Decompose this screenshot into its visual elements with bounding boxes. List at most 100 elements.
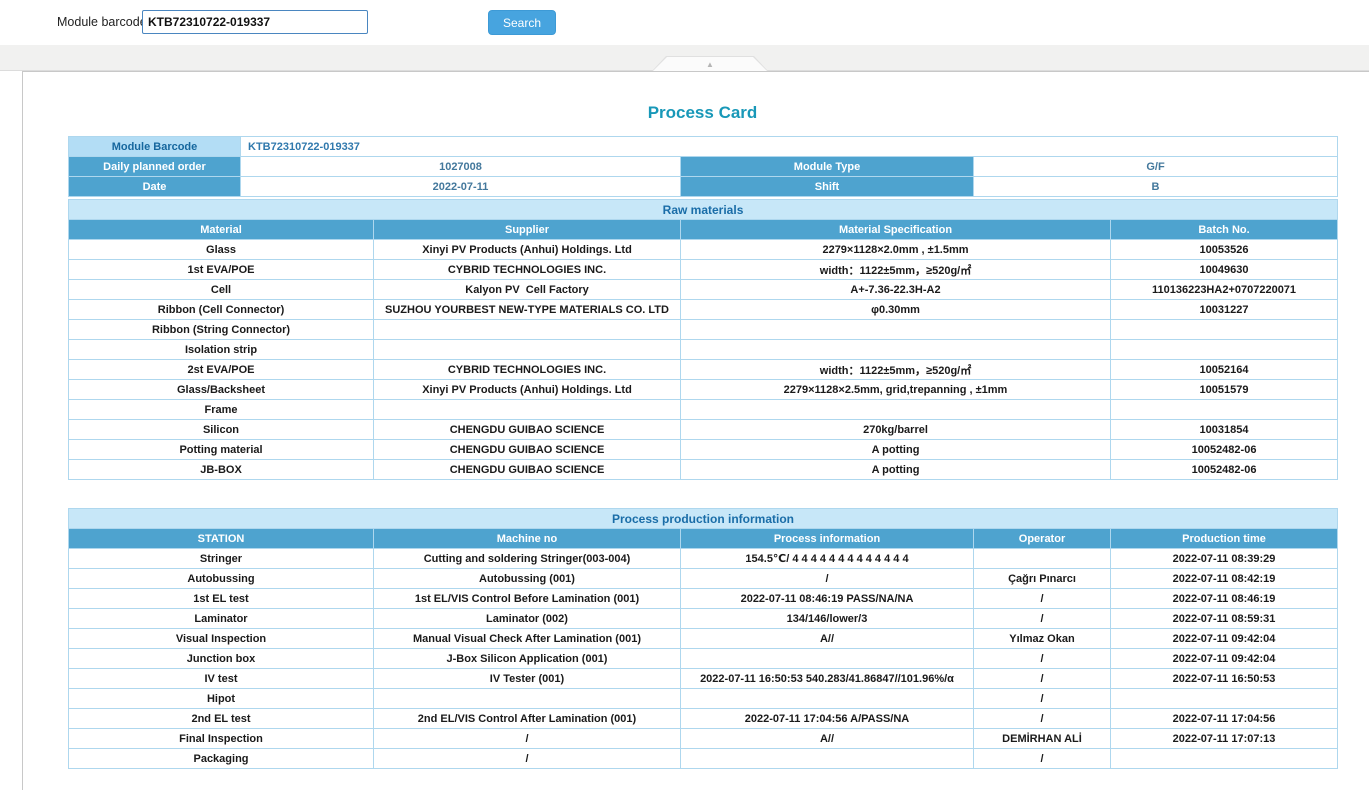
- table-cell: Glass/Backsheet: [69, 380, 374, 400]
- table-cell: 1st EL/VIS Control Before Lamination (00…: [374, 589, 681, 609]
- table-cell: CHENGDU GUIBAO SCIENCE: [374, 420, 681, 440]
- table-cell: width：1122±5mm，≥520g/㎡: [681, 260, 1111, 280]
- date-value: 2022-07-11: [241, 177, 681, 197]
- table-cell: [681, 400, 1111, 420]
- table-cell: 2022-07-11 17:07:13: [1111, 729, 1338, 749]
- table-cell: Çağrı Pınarcı: [974, 569, 1111, 589]
- table-cell: 2022-07-11 08:46:19 PASS/NA/NA: [681, 589, 974, 609]
- table-cell: A//: [681, 629, 974, 649]
- table-cell: 2022-07-11 09:42:04: [1111, 649, 1338, 669]
- table-cell: /: [974, 749, 1111, 769]
- column-header: Operator: [974, 529, 1111, 549]
- section-spacer: [68, 480, 1337, 508]
- table-row: SiliconCHENGDU GUIBAO SCIENCE270kg/barre…: [69, 420, 1338, 440]
- table-cell: 2022-07-11 08:42:19: [1111, 569, 1338, 589]
- table-cell: A//: [681, 729, 974, 749]
- table-cell: Ribbon (Cell Connector): [69, 300, 374, 320]
- table-row: Hipot /: [69, 689, 1338, 709]
- search-button[interactable]: Search: [488, 10, 556, 35]
- column-header: Machine no: [374, 529, 681, 549]
- date-label: Date: [69, 177, 241, 197]
- table-cell: [681, 320, 1111, 340]
- table-row: 1st EL test1st EL/VIS Control Before Lam…: [69, 589, 1338, 609]
- table-cell: Hipot: [69, 689, 374, 709]
- table-row: GlassXinyi PV Products (Anhui) Holdings.…: [69, 240, 1338, 260]
- table-cell: Cutting and soldering Stringer(003-004): [374, 549, 681, 569]
- table-cell: Frame: [69, 400, 374, 420]
- table-cell: DEMİRHAN ALİ: [974, 729, 1111, 749]
- table-cell: [681, 749, 974, 769]
- table-cell: 2022-07-11 08:46:19: [1111, 589, 1338, 609]
- column-header: Supplier: [374, 220, 681, 240]
- table-row: 2st EVA/POECYBRID TECHNOLOGIES INC.width…: [69, 360, 1338, 380]
- table-cell: 2279×1128×2.5mm, grid,trepanning , ±1mm: [681, 380, 1111, 400]
- table-cell: 1st EL test: [69, 589, 374, 609]
- table-cell: CYBRID TECHNOLOGIES INC.: [374, 360, 681, 380]
- table-cell: [681, 689, 974, 709]
- table-row: Visual InspectionManual Visual Check Aft…: [69, 629, 1338, 649]
- table-cell: 2022-07-11 17:04:56: [1111, 709, 1338, 729]
- table-cell: 2st EVA/POE: [69, 360, 374, 380]
- table-cell: IV Tester (001): [374, 669, 681, 689]
- table-cell: Autobussing: [69, 569, 374, 589]
- table-cell: [374, 689, 681, 709]
- table-cell: Xinyi PV Products (Anhui) Holdings. Ltd: [374, 380, 681, 400]
- table-cell: /: [974, 649, 1111, 669]
- table-cell: /: [974, 709, 1111, 729]
- table-cell: Kalyon PV Cell Factory: [374, 280, 681, 300]
- table-row: Potting materialCHENGDU GUIBAO SCIENCEA …: [69, 440, 1338, 460]
- column-header: Production time: [1111, 529, 1338, 549]
- table-cell: 2nd EL/VIS Control After Lamination (001…: [374, 709, 681, 729]
- column-header: Batch No.: [1111, 220, 1338, 240]
- shift-label: Shift: [681, 177, 974, 197]
- table-cell: A potting: [681, 460, 1111, 480]
- table-cell: 10052482-06: [1111, 460, 1338, 480]
- table-cell: CYBRID TECHNOLOGIES INC.: [374, 260, 681, 280]
- collapse-panel-handle[interactable]: ▲: [652, 56, 768, 71]
- table-cell: [681, 340, 1111, 360]
- table-cell: Laminator: [69, 609, 374, 629]
- table-cell: 134/146/lower/3: [681, 609, 974, 629]
- table-row: Glass/BacksheetXinyi PV Products (Anhui)…: [69, 380, 1338, 400]
- table-cell: Yılmaz Okan: [974, 629, 1111, 649]
- module-type-label: Module Type: [681, 157, 974, 177]
- table-cell: Autobussing (001): [374, 569, 681, 589]
- toolbar-divider: ▲: [0, 45, 1369, 71]
- table-cell: A potting: [681, 440, 1111, 460]
- table-cell: Visual Inspection: [69, 629, 374, 649]
- table-cell: Cell: [69, 280, 374, 300]
- table-cell: 10051579: [1111, 380, 1338, 400]
- table-cell: /: [974, 689, 1111, 709]
- table-cell: Xinyi PV Products (Anhui) Holdings. Ltd: [374, 240, 681, 260]
- table-cell: /: [974, 669, 1111, 689]
- table-cell: CHENGDU GUIBAO SCIENCE: [374, 460, 681, 480]
- table-cell: 10031227: [1111, 300, 1338, 320]
- table-row: Final Inspection/A//DEMİRHAN ALİ2022-07-…: [69, 729, 1338, 749]
- search-toolbar: Module barcode Search: [0, 0, 1369, 45]
- process-section-title: Process production information: [69, 509, 1338, 529]
- table-cell: SUZHOU YOURBEST NEW-TYPE MATERIALS CO. L…: [374, 300, 681, 320]
- table-cell: CHENGDU GUIBAO SCIENCE: [374, 440, 681, 460]
- table-cell: 110136223HA2+0707220071: [1111, 280, 1338, 300]
- table-row: Frame: [69, 400, 1338, 420]
- table-cell: /: [374, 749, 681, 769]
- table-cell: [1111, 749, 1338, 769]
- table-row: Ribbon (Cell Connector)SUZHOU YOURBEST N…: [69, 300, 1338, 320]
- table-cell: width：1122±5mm，≥520g/㎡: [681, 360, 1111, 380]
- table-cell: φ0.30mm: [681, 300, 1111, 320]
- table-cell: /: [374, 729, 681, 749]
- table-cell: [374, 340, 681, 360]
- table-row: Packaging//: [69, 749, 1338, 769]
- process-rows: StringerCutting and soldering Stringer(0…: [69, 549, 1338, 769]
- table-cell: Ribbon (String Connector): [69, 320, 374, 340]
- table-cell: Laminator (002): [374, 609, 681, 629]
- table-cell: Potting material: [69, 440, 374, 460]
- page-title: Process Card: [68, 72, 1337, 123]
- table-row: Ribbon (String Connector): [69, 320, 1338, 340]
- raw-materials-table: Raw materials MaterialSupplierMaterial S…: [68, 199, 1338, 480]
- module-barcode-input[interactable]: [142, 10, 368, 34]
- column-header: Material: [69, 220, 374, 240]
- column-header: Material Specification: [681, 220, 1111, 240]
- table-cell: 154.5℃/ 4 4 4 4 4 4 4 4 4 4 4 4 4: [681, 549, 974, 569]
- chevron-up-icon: ▲: [653, 57, 767, 71]
